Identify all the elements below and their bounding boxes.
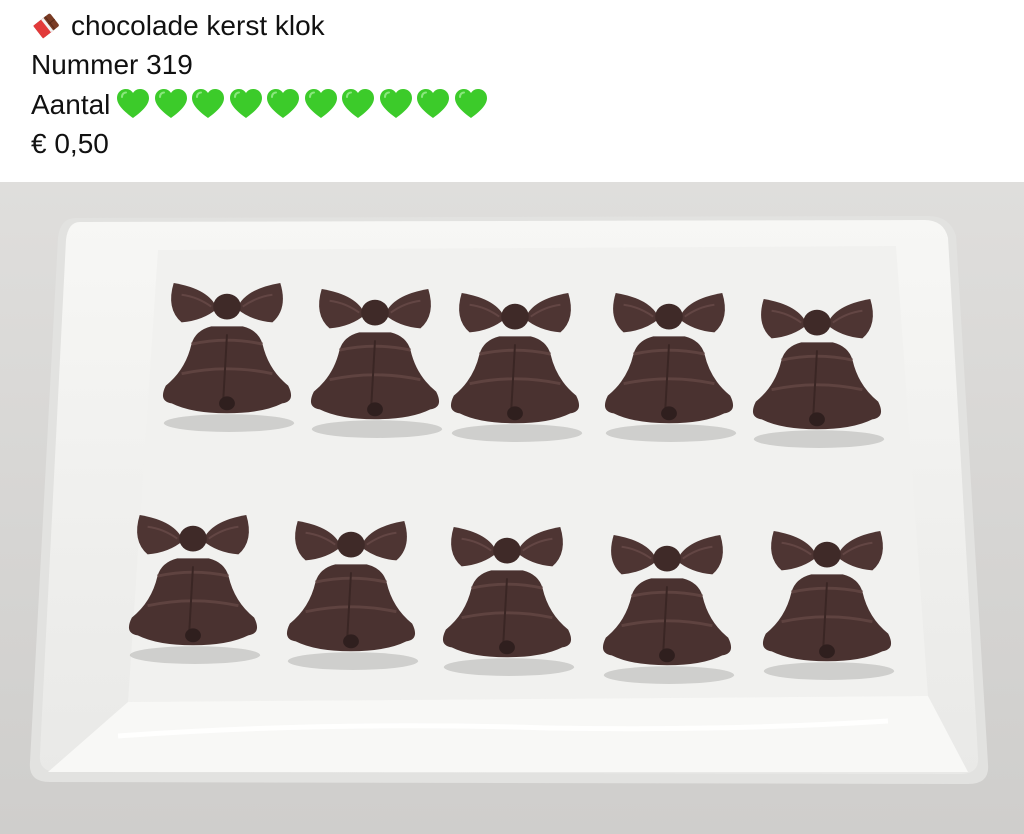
product-title: chocolade kerst klok [71,10,325,41]
chocolate-bell [592,526,742,686]
green-heart-icon [191,88,225,120]
chocolate-bell [440,284,590,444]
green-heart-icon [341,88,375,120]
green-heart-icon [266,88,300,120]
green-heart-icon [154,88,188,120]
post-caption: chocolade kerst klok Nummer 319 Aantal €… [0,0,1024,182]
quantity-line: Aantal [31,88,491,128]
green-heart-icon [116,88,150,120]
chocolate-bell [752,522,902,682]
chocolate-bell [118,506,268,666]
quantity-label: Aantal [31,89,111,120]
green-heart-icon [454,88,488,120]
product-number: Nummer 319 [31,49,193,80]
chocolate-bell [432,518,582,678]
green-heart-icon [229,88,263,120]
chocolate-bell [276,512,426,672]
green-heart-icon [304,88,338,120]
product-photo [0,182,1024,834]
chocolate-bell [152,274,302,434]
title-line: chocolade kerst klok [31,9,325,43]
green-heart-icon [416,88,450,120]
green-heart-icon [379,88,413,120]
chocolate-bell [594,284,744,444]
product-price: € 0,50 [31,128,109,159]
chocolate-bell [742,290,892,450]
quantity-hearts [116,88,491,128]
chocolate-bell [300,280,450,440]
chocolate-bar-icon [31,12,61,40]
